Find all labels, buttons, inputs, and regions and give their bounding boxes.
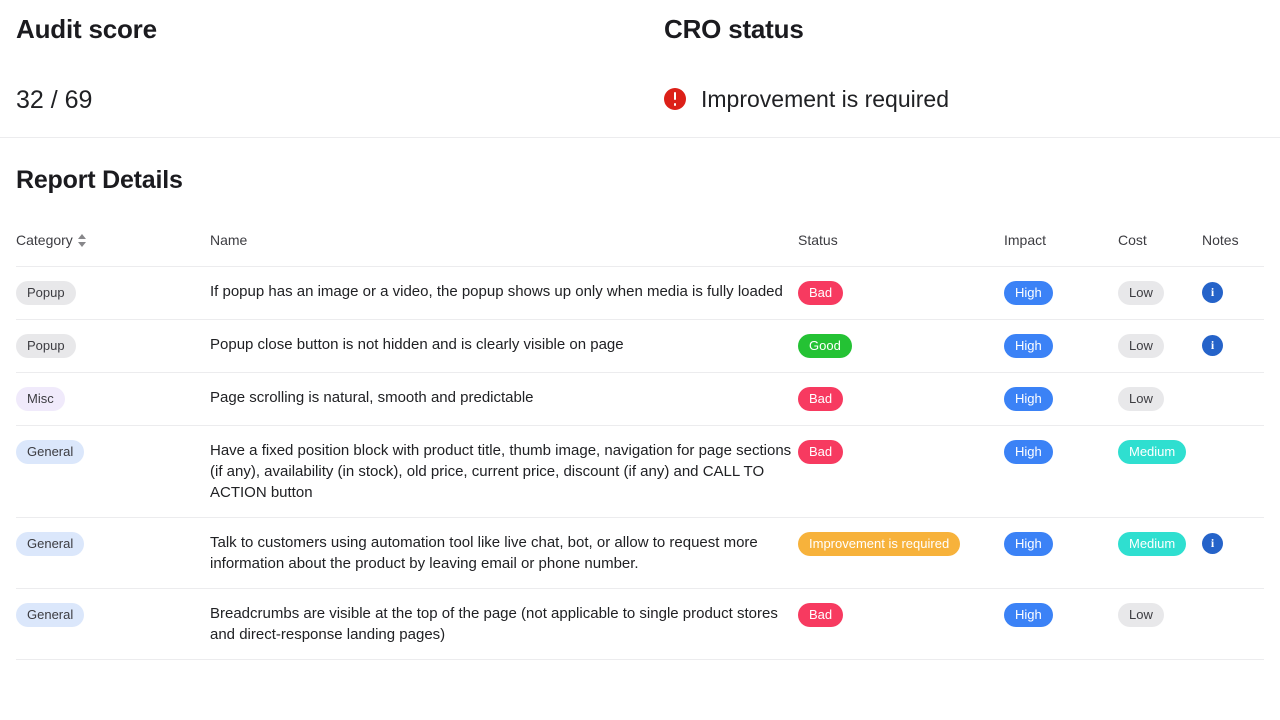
status-badge: Good	[798, 334, 852, 358]
cro-status-text: Improvement is required	[701, 84, 949, 114]
info-icon[interactable]: i	[1202, 282, 1223, 303]
cell-impact: High	[1004, 267, 1118, 320]
cell-category: Popup	[16, 320, 210, 373]
cell-impact: High	[1004, 426, 1118, 518]
table-row: General Talk to customers using automatio…	[16, 518, 1264, 589]
column-header-impact: Impact	[1004, 232, 1118, 267]
cost-badge: Medium	[1118, 440, 1186, 464]
category-badge: General	[16, 532, 84, 556]
status-badge: Bad	[798, 387, 843, 411]
impact-badge: High	[1004, 387, 1053, 411]
report-table: Category Name Status Impact Cost Notes P…	[16, 232, 1264, 660]
cell-name: Popup close button is not hidden and is …	[210, 320, 798, 373]
audit-score-panel: Audit score 32 / 69	[0, 0, 646, 116]
cell-cost: Low	[1118, 373, 1202, 426]
cell-name: Talk to customers using automation tool …	[210, 518, 798, 589]
impact-badge: High	[1004, 532, 1053, 556]
table-body: Popup If popup has an image or a video, t…	[16, 267, 1264, 660]
cro-status-panel: CRO status Improvement is required	[646, 0, 1280, 114]
impact-badge: High	[1004, 281, 1053, 305]
category-badge: Popup	[16, 281, 76, 305]
cell-category: Popup	[16, 267, 210, 320]
cell-impact: High	[1004, 373, 1118, 426]
table-row: Popup Popup close button is not hidden an…	[16, 320, 1264, 373]
column-header-cost: Cost	[1118, 232, 1202, 267]
category-badge: General	[16, 603, 84, 627]
table-row: Misc Page scrolling is natural, smooth an…	[16, 373, 1264, 426]
status-badge: Improvement is required	[798, 532, 960, 556]
cell-cost: Medium	[1118, 426, 1202, 518]
cell-cost: Low	[1118, 267, 1202, 320]
category-badge: General	[16, 440, 84, 464]
impact-badge: High	[1004, 440, 1053, 464]
column-header-category[interactable]: Category	[16, 232, 210, 267]
cell-name: If popup has an image or a video, the po…	[210, 267, 798, 320]
cell-category: General	[16, 518, 210, 589]
column-header-category-label: Category	[16, 232, 73, 248]
column-header-status: Status	[798, 232, 1004, 267]
summary-band: Audit score 32 / 69 CRO status Improveme…	[0, 0, 1280, 138]
table-row: General Have a fixed position block with …	[16, 426, 1264, 518]
alert-circle-icon	[664, 88, 686, 110]
column-header-name: Name	[210, 232, 798, 267]
cell-status: Bad	[798, 267, 1004, 320]
cell-impact: High	[1004, 518, 1118, 589]
cell-impact: High	[1004, 320, 1118, 373]
column-header-notes: Notes	[1202, 232, 1264, 267]
cost-badge: Low	[1118, 387, 1164, 411]
info-icon[interactable]: i	[1202, 335, 1223, 356]
cell-status: Good	[798, 320, 1004, 373]
cro-status-row: Improvement is required	[664, 84, 1280, 114]
cell-cost: Low	[1118, 589, 1202, 660]
status-badge: Bad	[798, 281, 843, 305]
cell-notes	[1202, 589, 1264, 660]
cell-notes: i	[1202, 267, 1264, 320]
cell-name: Have a fixed position block with product…	[210, 426, 798, 518]
status-badge: Bad	[798, 603, 843, 627]
cell-notes: i	[1202, 320, 1264, 373]
category-badge: Misc	[16, 387, 65, 411]
cell-name: Page scrolling is natural, smooth and pr…	[210, 373, 798, 426]
category-badge: Popup	[16, 334, 76, 358]
cell-notes	[1202, 373, 1264, 426]
cell-status: Improvement is required	[798, 518, 1004, 589]
cell-status: Bad	[798, 589, 1004, 660]
report-details-section: Report Details Category Name Status Impa…	[0, 138, 1280, 660]
impact-badge: High	[1004, 603, 1053, 627]
table-row: Popup If popup has an image or a video, t…	[16, 267, 1264, 320]
sort-updown-icon[interactable]	[78, 234, 86, 247]
cell-status: Bad	[798, 373, 1004, 426]
cell-name: Breadcrumbs are visible at the top of th…	[210, 589, 798, 660]
cell-notes: i	[1202, 518, 1264, 589]
table-header: Category Name Status Impact Cost Notes	[16, 232, 1264, 267]
status-badge: Bad	[798, 440, 843, 464]
cell-category: Misc	[16, 373, 210, 426]
audit-score-title: Audit score	[16, 12, 646, 46]
impact-badge: High	[1004, 334, 1053, 358]
table-row: General Breadcrumbs are visible at the to…	[16, 589, 1264, 660]
cost-badge: Medium	[1118, 532, 1186, 556]
cro-status-title: CRO status	[664, 12, 1280, 46]
cell-category: General	[16, 589, 210, 660]
page-title: Report Details	[16, 138, 1264, 197]
cost-badge: Low	[1118, 281, 1164, 305]
info-icon[interactable]: i	[1202, 533, 1223, 554]
cell-cost: Low	[1118, 320, 1202, 373]
cell-status: Bad	[798, 426, 1004, 518]
cost-badge: Low	[1118, 334, 1164, 358]
cell-category: General	[16, 426, 210, 518]
cost-badge: Low	[1118, 603, 1164, 627]
cell-cost: Medium	[1118, 518, 1202, 589]
table-header-row: Category Name Status Impact Cost Notes	[16, 232, 1264, 267]
audit-score-value: 32 / 69	[16, 84, 646, 116]
cell-impact: High	[1004, 589, 1118, 660]
cell-notes	[1202, 426, 1264, 518]
